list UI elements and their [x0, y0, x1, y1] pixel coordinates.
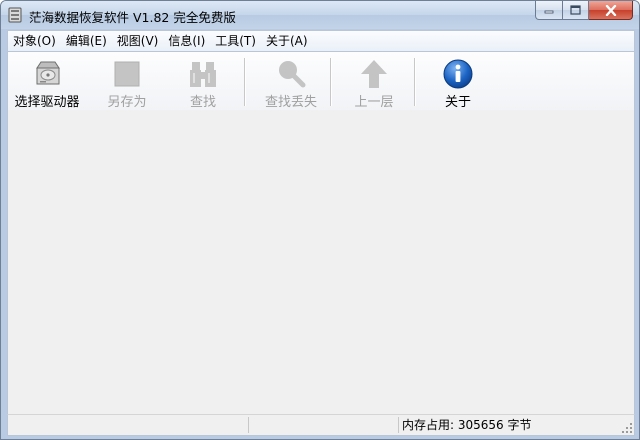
up-arrow-icon [361, 60, 387, 88]
about-label: 关于 [444, 95, 471, 110]
menu-edit[interactable]: 编辑(E) [61, 31, 112, 51]
status-bar: 内存占用: 305656 字节 [7, 414, 635, 436]
find-lost-label: 查找丢失 [264, 95, 317, 110]
title-bar[interactable]: 茫海数据恢复软件 V1.82 完全免费版 [1, 1, 639, 29]
window-title: 茫海数据恢复软件 V1.82 完全免费版 [29, 10, 236, 25]
floppy-disk-icon [114, 61, 140, 87]
save-as-label: 另存为 [107, 95, 147, 110]
menu-bar: 对象(O) 编辑(E) 视图(V) 信息(I) 工具(T) 关于(A) [7, 30, 635, 51]
toolbar-separator [414, 58, 416, 106]
minimize-icon [544, 10, 554, 14]
toolbar: 选择驱动器 另存为 查找 查找丢失 上一层 关于 [7, 51, 635, 111]
menu-info[interactable]: 信息(I) [163, 31, 210, 51]
up-level-button[interactable]: 上一层 [340, 56, 408, 110]
minimize-button[interactable] [535, 1, 563, 20]
select-drive-button[interactable]: 选择驱动器 [10, 56, 84, 110]
about-button[interactable]: 关于 [424, 56, 492, 110]
menu-tools[interactable]: 工具(T) [210, 31, 261, 51]
content-area[interactable] [7, 110, 635, 414]
toolbar-separator [330, 58, 332, 106]
select-drive-label: 选择驱动器 [14, 95, 80, 110]
status-pane [248, 417, 399, 433]
app-icon[interactable] [7, 7, 23, 23]
find-button[interactable]: 查找 [170, 56, 236, 110]
up-level-label: 上一层 [354, 95, 394, 110]
menu-object[interactable]: 对象(O) [8, 31, 61, 51]
maximize-button[interactable] [563, 1, 589, 20]
menu-about[interactable]: 关于(A) [261, 31, 313, 51]
save-as-button[interactable]: 另存为 [94, 56, 160, 110]
close-icon [605, 4, 616, 16]
close-button[interactable] [589, 1, 633, 20]
magnifier-icon [279, 61, 306, 88]
app-window: 茫海数据恢复软件 V1.82 完全免费版 对象(O) 编辑(E) 视图(V) 信… [0, 0, 640, 440]
caption-buttons [535, 1, 633, 21]
toolbar-separator [244, 58, 246, 106]
binoculars-icon [190, 62, 216, 87]
maximize-icon [570, 5, 581, 15]
find-lost-button[interactable]: 查找丢失 [252, 56, 330, 110]
info-icon [443, 59, 473, 89]
hard-drive-icon [36, 61, 60, 85]
memory-usage-text: 内存占用: 305656 字节 [402, 418, 532, 432]
status-pane [8, 417, 249, 433]
find-label: 查找 [189, 95, 216, 110]
resize-grip-icon[interactable] [621, 422, 633, 434]
menu-view[interactable]: 视图(V) [112, 31, 164, 51]
